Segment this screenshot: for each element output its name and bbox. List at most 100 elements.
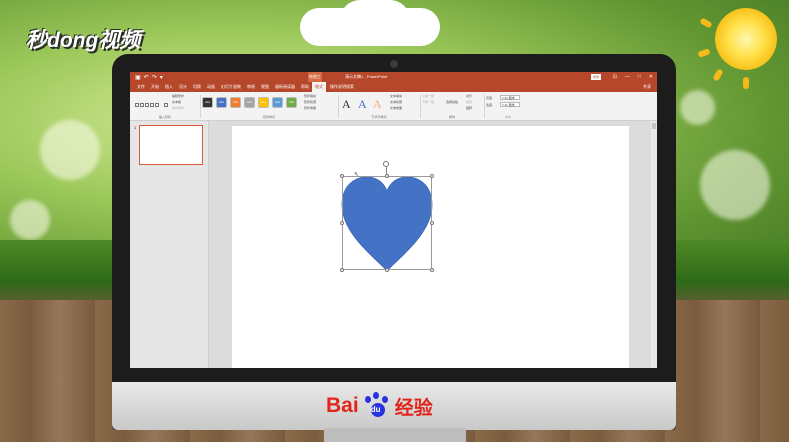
undo-icon[interactable]: ↶ [144, 74, 149, 81]
group-insert-shapes: 编辑形状 文本框 合并形状 插入形状 [132, 94, 198, 143]
monitor-stand [324, 428, 466, 442]
tab-design[interactable]: 设计 [176, 82, 190, 92]
title-bar: ▣ ↶ ↷ ▾ 绘图工具 演示文稿1 - PowerPoint 登录 ⊡ — □… [130, 72, 657, 89]
baidu-paw-icon: du [361, 391, 391, 421]
watermark-logo: 秒dong视频 [26, 29, 141, 52]
resize-handle[interactable] [340, 174, 344, 178]
mouse-cursor-icon: ↖ [354, 172, 360, 178]
bokeh-light [40, 120, 100, 180]
document-title: 演示文稿1 - PowerPoint [345, 74, 388, 79]
resize-handle[interactable] [385, 174, 389, 178]
sun-ray [743, 77, 749, 89]
sun-icon [715, 8, 777, 70]
wordart-style[interactable]: A [342, 97, 351, 112]
style-swatch[interactable]: Abc [230, 97, 241, 108]
style-swatch[interactable]: Abc [272, 97, 283, 108]
send-backward-button[interactable]: 下移一层 [422, 100, 434, 104]
camera-icon [390, 60, 398, 68]
close-icon[interactable]: ✕ [649, 72, 653, 82]
tab-animations[interactable]: 动画 [204, 82, 218, 92]
style-swatch[interactable]: Abc [286, 97, 297, 108]
tab-transitions[interactable]: 切换 [190, 82, 204, 92]
group-arrange: 上移一层 下移一层 选择窗格 对齐 组合 旋转 排列 [422, 94, 482, 119]
bokeh-light [10, 200, 50, 240]
brand-bai: Bai [326, 394, 359, 417]
edit-shape-button[interactable]: 编辑形状 [172, 94, 184, 98]
width-label: 宽度: [486, 103, 493, 107]
group-label: 艺术字样式 [371, 115, 387, 119]
redo-icon[interactable]: ↷ [152, 74, 157, 81]
bokeh-light [680, 90, 715, 125]
tab-review[interactable]: 审阅 [244, 82, 258, 92]
cloud [340, 0, 410, 40]
merge-shapes-button[interactable]: 合并形状 [172, 106, 184, 110]
customize-icon[interactable]: ▾ [160, 74, 163, 81]
tab-home[interactable]: 开始 [148, 82, 162, 92]
text-box-button[interactable]: 文本框 [172, 100, 181, 104]
share-button[interactable]: 共享 [643, 82, 651, 92]
bokeh-light [700, 150, 770, 220]
group-label: 排列 [448, 115, 455, 119]
ribbon-display-icon[interactable]: ⊡ [613, 72, 617, 82]
ribbon-tabs: 文件 开始 插入 设计 切换 动画 幻灯片放映 审阅 视图 福昕阅读器 帮助 格… [130, 82, 657, 92]
wordart-style[interactable]: A [358, 97, 367, 112]
resize-handle[interactable] [385, 268, 389, 272]
group-wordart-styles: A A A 文本填充 文本轮廓 文本效果 艺术字样式 [340, 94, 418, 119]
slide-number: 1 [134, 125, 137, 130]
rotate-handle[interactable] [383, 161, 389, 167]
rotate-button[interactable]: 旋转 [466, 106, 472, 110]
maximize-icon[interactable]: □ [638, 72, 641, 82]
minimize-icon[interactable]: — [625, 72, 630, 82]
group-label: 插入形状 [158, 115, 171, 119]
style-swatch[interactable]: Abc [244, 97, 255, 108]
ribbon: 编辑形状 文本框 合并形状 插入形状 Abc Abc Abc Abc Abc A… [130, 92, 657, 143]
selection-pane-button[interactable]: 选择窗格 [446, 100, 458, 104]
width-input[interactable]: 7.41 厘米 [500, 102, 520, 107]
shape-outline-button[interactable]: 形状轮廓 [304, 100, 316, 104]
shape-fill-button[interactable]: 形状填充 [304, 94, 316, 98]
resize-handle[interactable] [340, 221, 344, 225]
window-controls: ⊡ — □ ✕ [613, 72, 653, 82]
text-fill-button[interactable]: 文本填充 [390, 94, 402, 98]
style-swatch[interactable]: Abc [216, 97, 227, 108]
save-icon[interactable]: ▣ [135, 74, 141, 81]
style-swatch[interactable]: Abc [258, 97, 269, 108]
vertical-scrollbar[interactable] [651, 121, 657, 368]
resize-handle[interactable] [430, 268, 434, 272]
baidu-jingyan-logo: Bai du 经验 [326, 388, 476, 424]
resize-handle[interactable] [430, 221, 434, 225]
tell-me-search[interactable]: 操作说明搜索 [330, 84, 354, 90]
group-button[interactable]: 组合 [466, 100, 472, 104]
text-effects-button[interactable]: 文本效果 [390, 106, 402, 110]
text-outline-button[interactable]: 文本轮廓 [390, 100, 402, 104]
brand-jingyan: 经验 [394, 397, 433, 419]
group-label: 形状样式 [262, 115, 275, 119]
login-button[interactable]: 登录 [591, 74, 601, 80]
powerpoint-window: ▣ ↶ ↷ ▾ 绘图工具 演示文稿1 - PowerPoint 登录 ⊡ — □… [130, 72, 657, 368]
resize-handle[interactable] [340, 268, 344, 272]
drawing-tools-label: 绘图工具 [308, 72, 322, 89]
tab-help[interactable]: 帮助 [298, 82, 312, 92]
tab-foxit[interactable]: 福昕阅读器 [272, 82, 298, 92]
tab-slideshow[interactable]: 幻灯片放映 [218, 82, 244, 92]
resize-handle[interactable] [430, 174, 434, 178]
tab-view[interactable]: 视图 [258, 82, 272, 92]
tab-insert[interactable]: 插入 [162, 82, 176, 92]
tab-format[interactable]: 格式 [312, 82, 326, 92]
align-button[interactable]: 对齐 [466, 94, 472, 98]
shape-effects-button[interactable]: 形状效果 [304, 106, 316, 110]
quick-access-toolbar: ▣ ↶ ↷ ▾ [135, 74, 163, 81]
selection-box [342, 176, 432, 270]
wordart-style[interactable]: A [373, 97, 382, 112]
height-label: 高度: [486, 96, 493, 100]
height-input[interactable]: 7.41 厘米 [500, 95, 520, 100]
group-shape-styles: Abc Abc Abc Abc Abc Abc Abc 形状填充 形状轮廓 形状… [202, 94, 336, 119]
brand-du: du [370, 405, 381, 414]
group-size: 高度: 7.41 厘米 宽度: 7.41 厘米 大小 [486, 94, 530, 119]
slide-thumbnail-pane: 1 [130, 121, 209, 368]
tab-file[interactable]: 文件 [134, 82, 148, 92]
bring-forward-button[interactable]: 上移一层 [422, 94, 434, 98]
style-swatch[interactable]: Abc [202, 97, 213, 108]
slide-thumbnail[interactable] [139, 125, 203, 165]
group-label: 大小 [504, 115, 511, 119]
